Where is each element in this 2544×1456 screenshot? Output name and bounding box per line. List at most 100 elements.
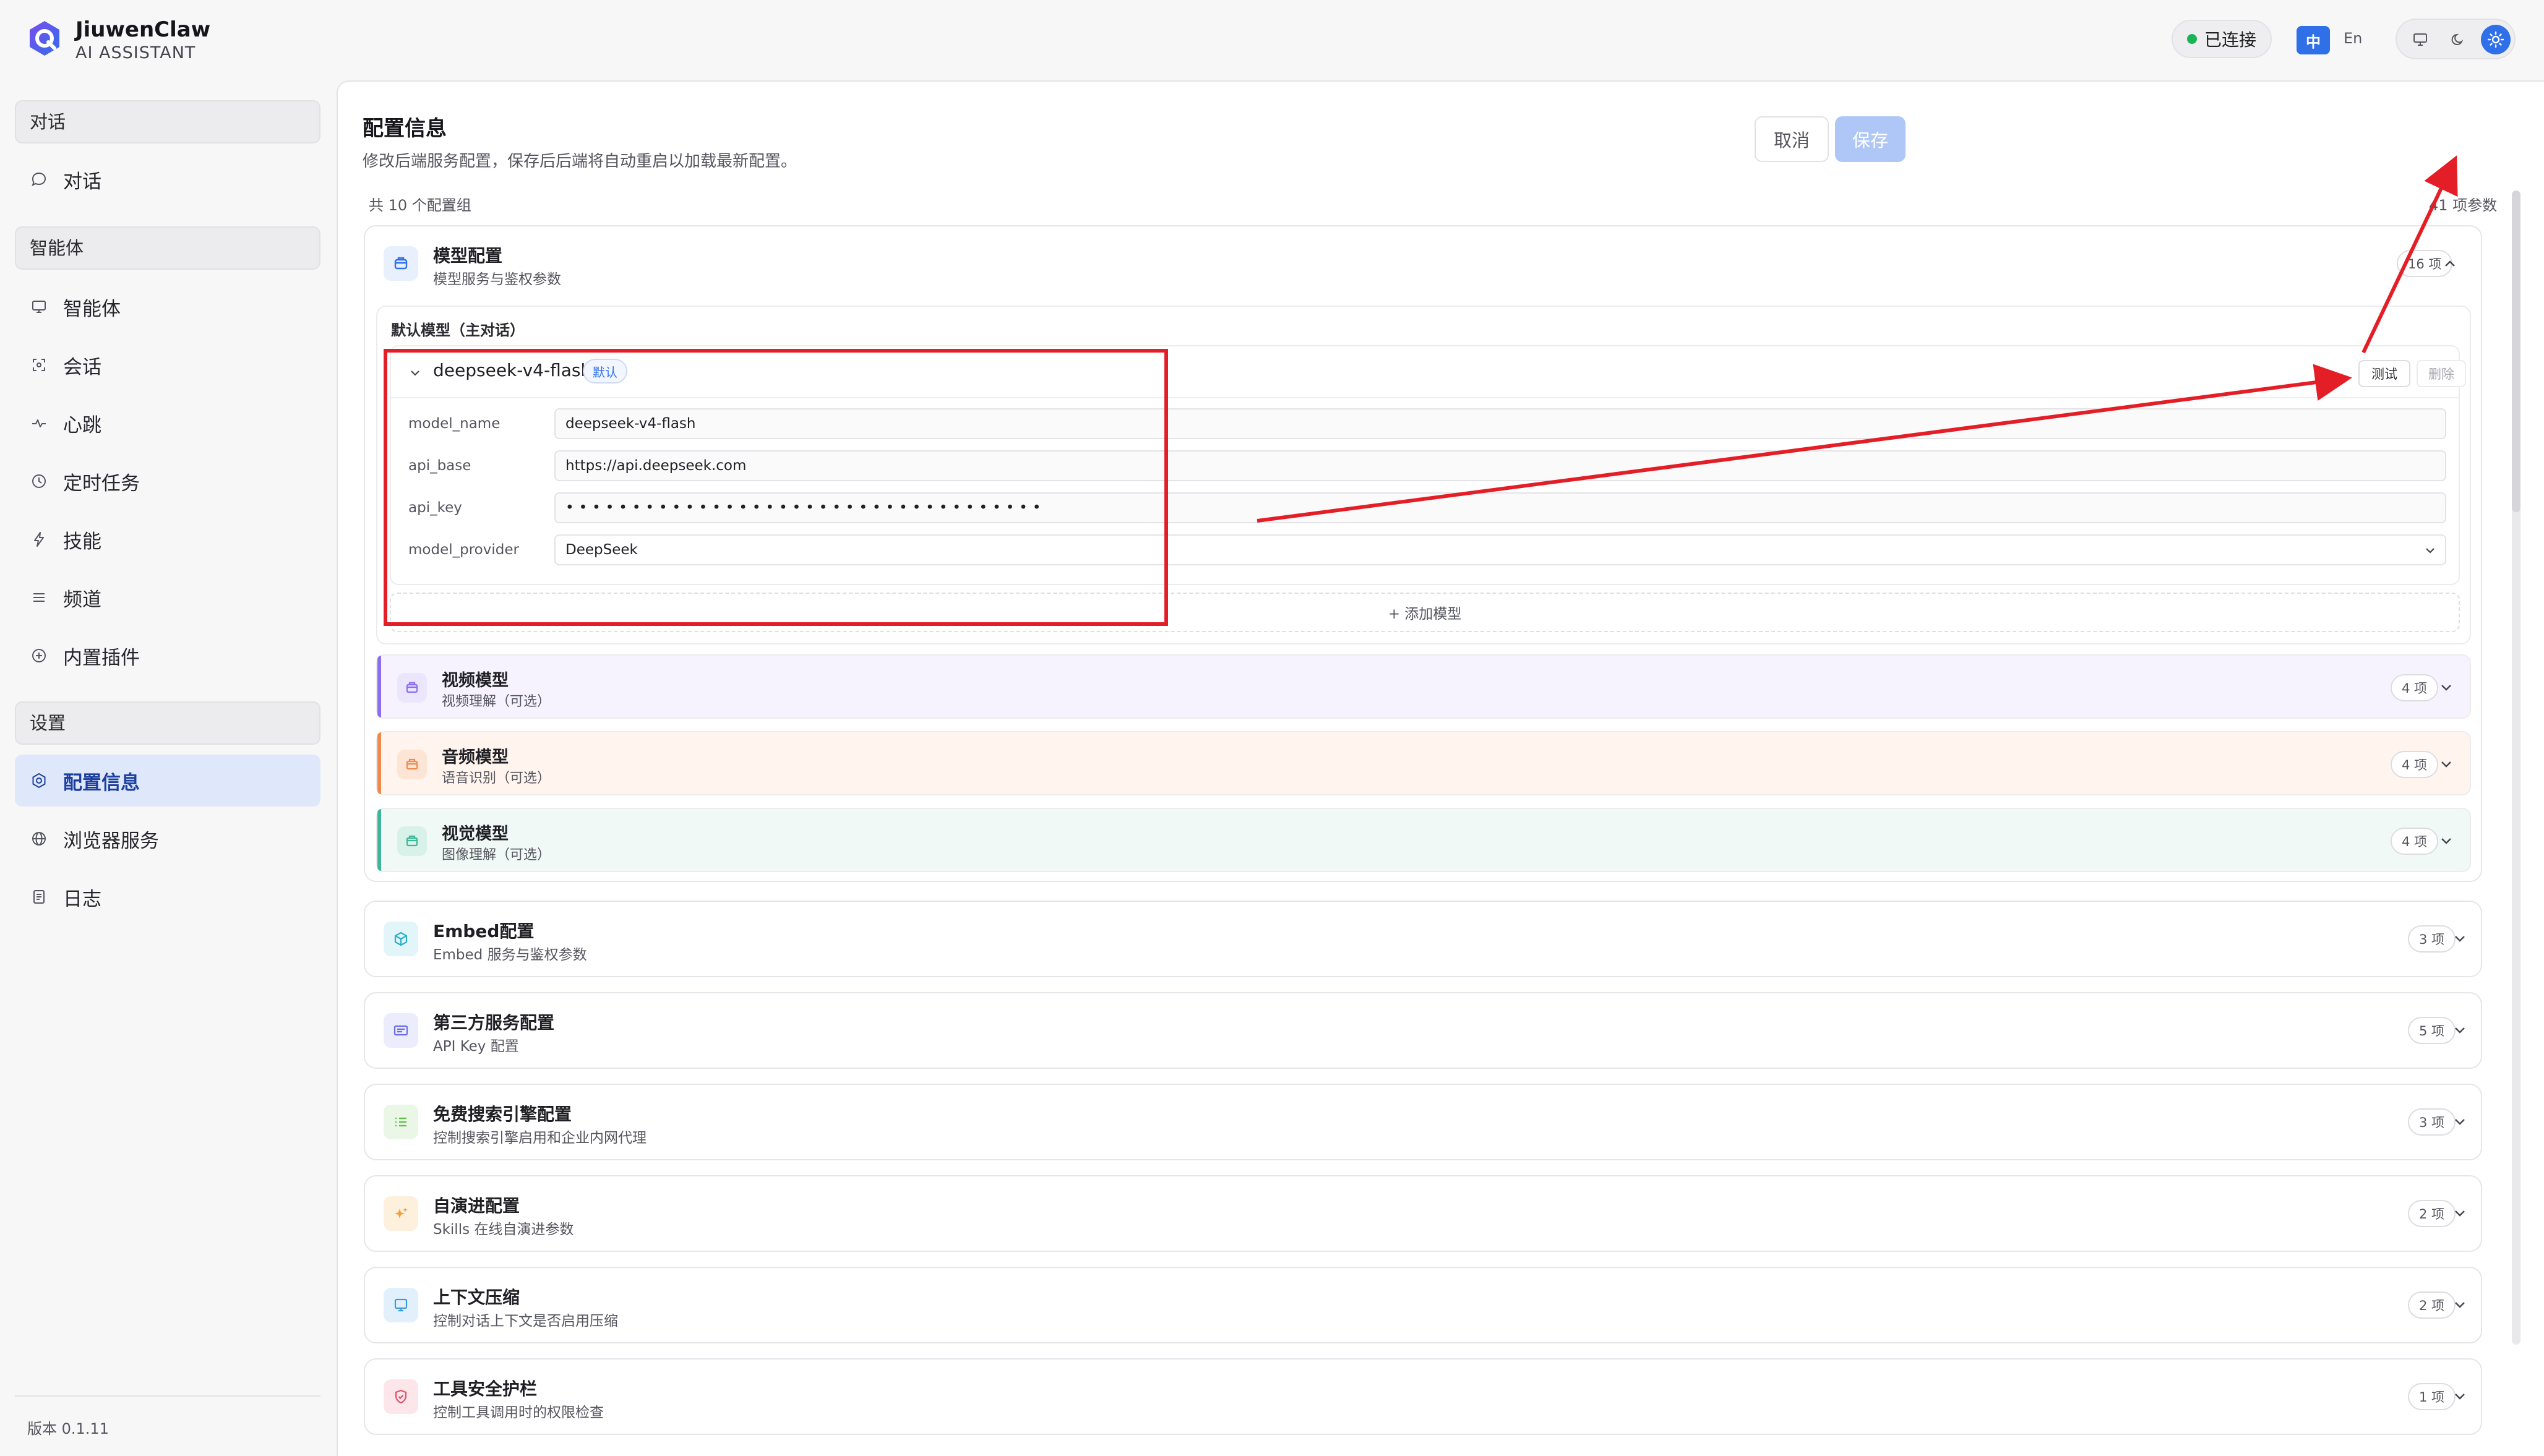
test-button[interactable]: 测试 (2358, 360, 2410, 387)
sidebar-item-browser-service[interactable]: 浏览器服务 (15, 813, 320, 865)
sidebar-item-scheduled-tasks[interactable]: 定时任务 (15, 455, 320, 507)
sidebar-item-channels[interactable]: 频道 (15, 572, 320, 623)
page-title: 配置信息 (363, 116, 447, 141)
sidebar-item-label: 内置插件 (63, 646, 140, 669)
connection-status-label: 已连接 (2204, 30, 2256, 50)
sidebar-item-label: 定时任务 (63, 472, 140, 495)
chevron-down-icon[interactable] (2451, 1205, 2469, 1222)
model-box-icon (384, 246, 418, 281)
video-model-card[interactable]: 视频模型 视频理解（可选） 4 项 (376, 654, 2471, 719)
app-logo-icon (30, 21, 59, 56)
vision-model-card[interactable]: 视觉模型 图像理解（可选） 4 项 (376, 808, 2471, 872)
chevron-down-icon[interactable] (2451, 1296, 2469, 1314)
chevron-down-icon (2426, 548, 2434, 554)
lang-en-button[interactable]: En (2344, 30, 2362, 47)
version-label: 版本 0.1.11 (27, 1420, 109, 1437)
sidebar-item-label: 频道 (63, 588, 101, 611)
chevron-down-icon[interactable] (2438, 756, 2455, 773)
cube-icon (384, 922, 418, 956)
config-scroll-area[interactable]: 配置信息 修改后端服务配置，保存后后端将自动重启以加载最新配置。 取消 保存 共… (338, 82, 2498, 1456)
model-name: deepseek-v4-flash (433, 360, 592, 380)
chevron-down-icon[interactable] (2438, 833, 2455, 850)
cancel-button[interactable]: 取消 (1755, 116, 1829, 162)
sidebar-item-chat[interactable]: 对话 (15, 153, 320, 205)
lang-zh-button[interactable]: 中 (2297, 26, 2330, 54)
scrollbar-thumb[interactable] (2512, 191, 2520, 512)
group-context-compression[interactable]: 上下文压缩 控制对话上下文是否启用压缩 2 项 (364, 1267, 2482, 1343)
moon-icon[interactable] (2444, 25, 2473, 54)
audio-model-card[interactable]: 音频模型 语音识别（可选） 4 项 (376, 731, 2471, 795)
page-description: 修改后端服务配置，保存后后端将自动重启以加载最新配置。 (363, 152, 797, 171)
chevron-down-icon[interactable] (2451, 1022, 2469, 1039)
group-self-evolution-config[interactable]: 自演进配置 Skills 在线自演进参数 2 项 (364, 1175, 2482, 1252)
sidebar-item-label: 日志 (63, 888, 101, 910)
model-card-header[interactable]: deepseek-v4-flash 默认 测试 删除 (391, 346, 2466, 398)
gear-icon (30, 771, 48, 790)
group-third-party-config[interactable]: 第三方服务配置 API Key 配置 5 项 (364, 992, 2482, 1069)
item-count-badge: 4 项 (2391, 751, 2439, 778)
group-title: 自演进配置 (433, 1196, 520, 1216)
sidebar-item-builtin-plugins[interactable]: 内置插件 (15, 630, 320, 682)
menu-lines-icon (30, 588, 48, 607)
chevron-down-icon[interactable] (407, 365, 423, 381)
chevron-up-icon[interactable] (2441, 255, 2459, 272)
group-title: 工具安全护栏 (433, 1379, 538, 1399)
api-base-input[interactable] (554, 450, 2446, 481)
item-count-badge: 2 项 (2408, 1200, 2456, 1227)
sidebar-item-agent[interactable]: 智能体 (15, 281, 320, 333)
theme-switcher (2396, 19, 2516, 59)
sidebar-item-skills[interactable]: 技能 (15, 513, 320, 565)
group-tool-guardrail[interactable]: 工具安全护栏 控制工具调用时的权限检查 1 项 (364, 1358, 2482, 1435)
sidebar-item-heartbeat[interactable]: 心跳 (15, 397, 320, 449)
field-label-api-key: api_key (408, 500, 462, 516)
video-model-title: 视频模型 (442, 671, 509, 690)
shield-icon (384, 1379, 418, 1414)
group-embed-config[interactable]: Embed配置 Embed 服务与鉴权参数 3 项 (364, 901, 2482, 977)
accent-bar (377, 732, 381, 794)
brand-title: JiuwenClaw (75, 17, 211, 42)
connection-status: 已连接 (2172, 20, 2272, 58)
sidebar-item-label: 配置信息 (63, 771, 140, 794)
accent-bar (377, 809, 381, 871)
brand-subtitle: AI ASSISTANT (75, 43, 196, 62)
main-panel: 配置信息 修改后端服务配置，保存后后端将自动重启以加载最新配置。 取消 保存 共… (337, 80, 2544, 1456)
sidebar-item-label: 对话 (63, 170, 101, 193)
sidebar-item-logs[interactable]: 日志 (15, 871, 320, 923)
default-model-group: 默认模型（主对话） deepseek-v4-flash 默认 测试 删除 mod… (376, 306, 2471, 644)
add-model-button[interactable]: + 添加模型 (390, 593, 2460, 632)
monitor-icon[interactable] (2405, 25, 2435, 54)
chevron-down-icon[interactable] (2451, 1113, 2469, 1131)
chevron-down-icon[interactable] (2451, 930, 2469, 948)
sidebar-item-config[interactable]: 配置信息 (15, 755, 320, 807)
save-button[interactable]: 保存 (1835, 116, 1906, 162)
card-icon (384, 1013, 418, 1048)
lightning-icon (30, 530, 48, 549)
sidebar: 对话 对话 智能体 智能体 会话 心跳 定时任务 技能 频道 内置插件 设置 配… (0, 80, 334, 1456)
chevron-down-icon[interactable] (2438, 679, 2455, 696)
video-model-subtitle: 视频理解（可选） (442, 694, 551, 709)
group-title: 第三方服务配置 (433, 1013, 555, 1033)
group-subtitle: 控制对话上下文是否启用压缩 (433, 1313, 618, 1329)
status-dot-icon (2186, 34, 2197, 44)
default-model-label: 默认模型（主对话） (391, 322, 525, 339)
sun-icon[interactable] (2481, 25, 2511, 54)
session-icon (30, 356, 48, 374)
item-count-badge: 4 项 (2391, 674, 2439, 701)
group-title: 上下文压缩 (433, 1287, 520, 1308)
audio-model-title: 音频模型 (442, 748, 509, 767)
field-label-model-provider: model_provider (408, 542, 519, 558)
sidebar-divider (15, 1395, 320, 1397)
model-provider-select[interactable]: DeepSeek (554, 534, 2446, 565)
chevron-down-icon[interactable] (2451, 1388, 2469, 1405)
group-subtitle: 模型服务与鉴权参数 (433, 272, 561, 288)
api-key-input[interactable] (554, 492, 2446, 523)
group-title: Embed配置 (433, 921, 535, 941)
sparkle-icon (384, 1196, 418, 1231)
group-subtitle: Embed 服务与鉴权参数 (433, 947, 587, 963)
group-search-engine-config[interactable]: 免费搜索引擎配置 控制搜索引擎启用和企业内网代理 3 项 (364, 1084, 2482, 1160)
pulse-icon (30, 414, 48, 432)
model-name-input[interactable] (554, 408, 2446, 439)
default-badge: 默认 (583, 359, 627, 383)
delete-button[interactable]: 删除 (2417, 360, 2466, 387)
sidebar-item-session[interactable]: 会话 (15, 339, 320, 391)
